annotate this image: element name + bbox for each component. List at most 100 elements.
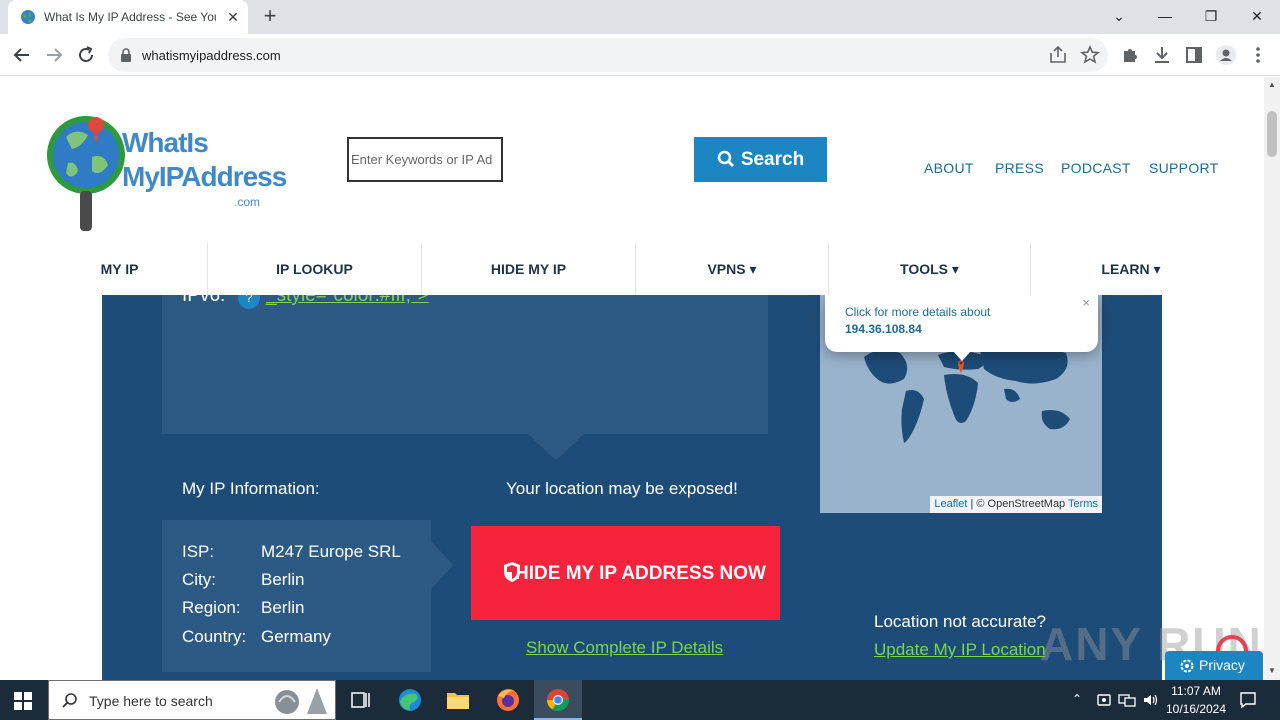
new-tab-button[interactable]: +: [258, 5, 282, 29]
search-icon: [717, 150, 734, 167]
url-text[interactable]: whatismyipaddress.com: [142, 48, 281, 63]
download-icon[interactable]: [1150, 43, 1174, 67]
page-viewport: WhatIs MyIPAddress .com Search ABOUT PRE…: [0, 77, 1264, 680]
nav-item-vpns[interactable]: VPNS ▾: [636, 243, 829, 295]
gear-icon: [1180, 659, 1194, 673]
search-highlight-image: [275, 688, 327, 714]
country-value: Germany: [261, 627, 331, 646]
chrome-icon: [547, 689, 569, 711]
privacy-label: Privacy: [1199, 657, 1245, 673]
browser-tab[interactable]: What Is My IP Address - See Your ✕: [8, 0, 248, 34]
globe-icon: [21, 10, 35, 24]
edge-browser-icon[interactable]: [386, 680, 434, 720]
profile-avatar-icon[interactable]: [1214, 43, 1238, 67]
browser-menu-icon[interactable]: [1246, 43, 1270, 67]
region-label: Region:: [182, 598, 241, 617]
taskbar-search-box[interactable]: Type here to search: [48, 680, 336, 720]
logo-text-line3: .com: [234, 195, 261, 209]
header-link-support[interactable]: SUPPORT: [1149, 160, 1219, 176]
tray-chevron-icon[interactable]: ⌃: [1072, 692, 1082, 706]
map-attribution: Leaflet | © OpenStreetMap Terms: [930, 496, 1102, 513]
scroll-down-arrow-icon[interactable]: ▼: [1268, 667, 1276, 675]
taskbar-clock-time[interactable]: 11:07 AM: [1165, 684, 1227, 698]
tab-search-dropdown-icon[interactable]: ⌄: [1107, 6, 1131, 26]
network-icon[interactable]: [1118, 692, 1136, 708]
chrome-taskbar-button[interactable]: [534, 680, 582, 720]
main-navigation: MY IP IP LOOKUP HIDE MY IP VPNS ▾ TOOLS …: [32, 243, 1231, 295]
show-complete-details-link[interactable]: Show Complete IP Details: [526, 638, 723, 658]
windows-taskbar: Type here to search ⌃ 11:07 AM 10/16/202…: [0, 680, 1280, 720]
location-not-accurate-text: Location not accurate?: [874, 612, 1047, 631]
ipv6-box: IPv6: ? _style="color:#fff;">: [162, 285, 768, 434]
nav-item-ip-lookup[interactable]: IP LOOKUP: [208, 243, 422, 295]
my-ip-info-label: My IP Information:: [182, 479, 320, 498]
location-exposed-warning: Your location may be exposed!: [506, 479, 738, 498]
browser-toolbar: whatismyipaddress.com: [0, 34, 1280, 76]
lock-icon[interactable]: [120, 48, 132, 62]
ip-info-panel: IPv6: ? _style="color:#fff;"> My IP Info…: [102, 285, 1162, 680]
isp-label: ISP:: [182, 542, 215, 561]
tab-close-icon[interactable]: ✕: [224, 8, 242, 26]
scroll-up-arrow-icon[interactable]: ▲: [1268, 81, 1276, 89]
windows-start-icon[interactable]: [14, 692, 32, 710]
taskbar-search-placeholder: Type here to search: [89, 693, 213, 709]
ip-details-box: ISP: M247 Europe SRL City: Berlin Region…: [162, 520, 431, 672]
shield-icon: [504, 562, 520, 582]
header-link-podcast[interactable]: PODCAST: [1061, 160, 1131, 176]
page-scrollbar[interactable]: ▲ ▼: [1264, 77, 1280, 680]
ipv6-box-pointer: [528, 434, 584, 460]
leaflet-link[interactable]: Leaflet: [934, 498, 967, 510]
hide-my-ip-label: HIDE MY IP ADDRESS NOW: [515, 562, 766, 584]
back-arrow-icon[interactable]: [10, 43, 34, 67]
extensions-puzzle-icon[interactable]: [1118, 43, 1142, 67]
hide-my-ip-button[interactable]: HIDE MY IP ADDRESS NOW: [471, 526, 780, 620]
scrollbar-thumb[interactable]: [1267, 111, 1277, 157]
isp-value: M247 Europe SRL: [261, 542, 401, 561]
nav-item-tools[interactable]: TOOLS ▾: [829, 243, 1031, 295]
logo-text-line2: MyIPAddress: [122, 161, 287, 192]
task-view-icon[interactable]: [336, 680, 384, 720]
taskbar-clock-date[interactable]: 10/16/2024: [1160, 702, 1232, 716]
browser-tab-strip: What Is My IP Address - See Your ✕ + ⌄ —…: [0, 0, 1280, 34]
update-ip-location-link[interactable]: Update My IP Location: [874, 640, 1046, 660]
notification-icon[interactable]: [1238, 690, 1258, 710]
minimize-button[interactable]: —: [1153, 6, 1177, 26]
share-icon[interactable]: [1046, 43, 1070, 67]
keyword-search-input[interactable]: [347, 137, 503, 182]
reload-icon[interactable]: [74, 43, 98, 67]
search-icon: [62, 693, 77, 708]
tab-title: What Is My IP Address - See Your: [44, 10, 216, 24]
ip-details-pointer: [431, 541, 453, 589]
search-button[interactable]: Search: [694, 137, 827, 182]
popup-close-icon[interactable]: ×: [1082, 295, 1090, 310]
logo-text-line1: WhatIs: [122, 127, 209, 158]
city-value: Berlin: [261, 570, 305, 589]
header-link-about[interactable]: ABOUT: [924, 160, 974, 176]
terms-link[interactable]: Terms: [1068, 498, 1098, 510]
site-logo[interactable]: WhatIs MyIPAddress .com: [46, 97, 287, 237]
country-label: Country:: [182, 627, 247, 646]
side-panel-icon[interactable]: [1182, 43, 1206, 67]
volume-icon[interactable]: [1142, 692, 1158, 708]
nav-item-learn[interactable]: LEARN ▾: [1031, 243, 1231, 295]
file-explorer-icon[interactable]: [434, 680, 482, 720]
close-window-button[interactable]: ✕: [1245, 6, 1269, 26]
restore-button[interactable]: ❐: [1199, 6, 1223, 26]
popup-pointer: [953, 351, 971, 361]
nav-item-hide-my-ip[interactable]: HIDE MY IP: [422, 243, 636, 295]
forward-arrow-icon[interactable]: [42, 43, 66, 67]
tray-device-icon[interactable]: [1096, 692, 1112, 708]
bookmark-star-icon[interactable]: [1078, 43, 1102, 67]
city-label: City:: [182, 570, 216, 589]
header-link-press[interactable]: PRESS: [995, 160, 1044, 176]
privacy-button[interactable]: Privacy: [1165, 651, 1263, 680]
region-value: Berlin: [261, 598, 305, 617]
magnifier-globe-icon: [47, 116, 125, 231]
address-bar[interactable]: whatismyipaddress.com: [108, 38, 1108, 72]
popup-more-details-text: Click for more details about: [845, 305, 991, 319]
popup-ip-address[interactable]: 194.36.108.84: [845, 322, 922, 336]
map-popup[interactable]: Click for more details about 194.36.108.…: [825, 295, 1098, 352]
firefox-icon[interactable]: [484, 680, 532, 720]
search-button-label: Search: [740, 148, 805, 170]
nav-item-my-ip[interactable]: MY IP: [32, 243, 208, 295]
